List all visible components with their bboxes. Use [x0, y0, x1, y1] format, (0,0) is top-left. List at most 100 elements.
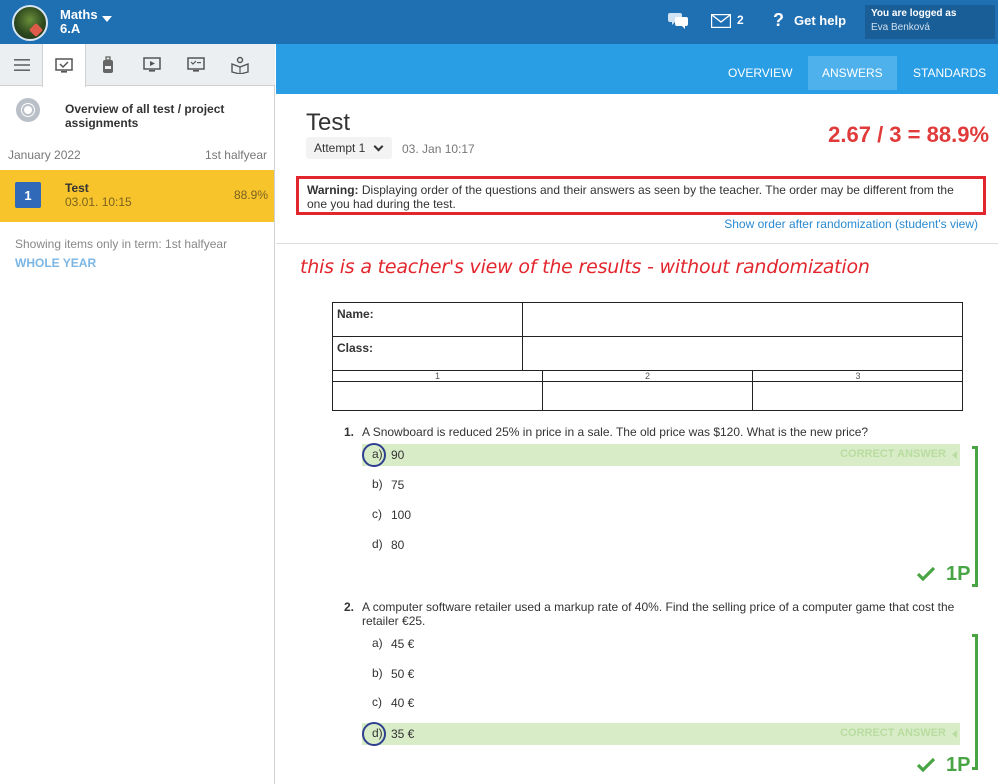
answer-letter: b)	[372, 477, 383, 491]
column-cell	[543, 382, 753, 410]
answer-text: 35 €	[391, 727, 415, 741]
name-row: Name:	[332, 302, 963, 337]
messages-count[interactable]: 2	[737, 13, 744, 27]
divider	[276, 243, 998, 244]
main-content: Test Attempt 1 03. Jan 10:17 2.67 / 3 = …	[276, 94, 998, 784]
triangle-left-icon	[952, 451, 957, 459]
answer-text: 40 €	[391, 696, 415, 710]
check-icon	[916, 757, 936, 773]
column-cell	[333, 382, 543, 410]
monitor-checklist-icon	[187, 57, 205, 72]
column-label: 2	[543, 371, 753, 381]
question-bracket	[972, 634, 978, 770]
question-points: 1P	[946, 563, 971, 585]
term-filter-text: Showing items only in term: 1st halfyear	[15, 237, 228, 251]
course-switcher[interactable]: Maths 6.A	[60, 8, 98, 36]
answer-option: b) 50 €	[362, 663, 960, 685]
check-icon	[916, 566, 936, 582]
section-nav: OVERVIEW ANSWERS STANDARDS	[276, 44, 998, 94]
column-label: 1	[333, 371, 543, 381]
tab-overview[interactable]: OVERVIEW	[714, 56, 806, 90]
answer-letter: d)	[372, 726, 383, 740]
answer-option: d) 80	[362, 534, 960, 556]
name-label: Name:	[333, 303, 523, 336]
answer-option: a) 45 €	[362, 633, 960, 655]
answer-text: 50 €	[391, 667, 415, 681]
question-text: A Snowboard is reduced 25% in price in a…	[362, 425, 869, 439]
tab-standards[interactable]: STANDARDS	[899, 56, 998, 90]
answer-option: d) 35 € CORRECT ANSWER	[362, 722, 960, 746]
menu-tab[interactable]	[0, 44, 44, 86]
test-title: Test	[65, 181, 89, 195]
gear-icon	[16, 98, 40, 122]
answer-text: 75	[391, 478, 405, 492]
tests-tab[interactable]	[42, 44, 86, 87]
answer-letter: c)	[372, 695, 382, 709]
warning-text: Displaying order of the questions and th…	[307, 183, 954, 211]
answer-option: c) 100	[362, 504, 960, 526]
triangle-left-icon	[952, 730, 957, 738]
question-points: 1P	[946, 754, 971, 776]
homework-tab[interactable]	[86, 44, 130, 86]
answer-option: b) 75	[362, 474, 960, 496]
question-number: 1.	[344, 425, 355, 439]
sidebar-test-item[interactable]: 1 Test 03.01. 10:15 88.9%	[0, 170, 274, 222]
quiz-tab[interactable]	[174, 44, 218, 86]
question-2: 2. A computer software retailer used a ma…	[344, 600, 964, 628]
answer-text: 100	[391, 508, 412, 522]
overview-label: Overview of all test / project assignmen…	[65, 102, 225, 130]
test-datetime: 03.01. 10:15	[65, 195, 132, 209]
logged-in-label: You are logged as	[871, 8, 957, 19]
column-label: 3	[855, 371, 861, 381]
tab-answers[interactable]: ANSWERS	[808, 56, 897, 90]
answer-text: 90	[391, 448, 405, 462]
chat-icon[interactable]	[668, 11, 688, 29]
answer-letter: c)	[372, 507, 382, 521]
help-icon[interactable]: ?	[773, 10, 784, 31]
column-cell	[753, 382, 963, 410]
backpack-icon	[103, 56, 113, 73]
user-name: Eva Benková	[871, 22, 930, 33]
randomization-warning: Warning: Displaying order of the questio…	[296, 176, 986, 215]
whole-year-link[interactable]: WHOLE YEAR	[15, 256, 96, 270]
course-name: Maths	[60, 7, 98, 22]
overview-all-assignments[interactable]: Overview of all test / project assignmen…	[0, 94, 274, 134]
video-tab[interactable]	[130, 44, 174, 86]
course-avatar[interactable]	[12, 5, 48, 41]
monitor-check-icon	[55, 57, 73, 73]
handwritten-annotation: this is a teacher's view of the results …	[300, 256, 870, 278]
answer-letter: a)	[372, 447, 383, 461]
question-number: 2.	[344, 600, 355, 614]
answer-letter: b)	[372, 666, 383, 680]
show-randomized-order-link[interactable]: Show order after randomization (student'…	[724, 217, 978, 231]
chevron-down-icon[interactable]	[102, 16, 112, 22]
question-text-cont: retailer €25.	[362, 614, 426, 628]
answer-text: 80	[391, 538, 405, 552]
class-row: Class:	[332, 336, 963, 371]
correct-answer-label: CORRECT ANSWER	[840, 448, 946, 460]
warning-label: Warning:	[307, 183, 359, 197]
get-help-link[interactable]: Get help	[794, 13, 846, 28]
reader-book-icon	[231, 56, 249, 74]
test-number-badge: 1	[15, 182, 41, 208]
question-text: A computer software retailer used a mark…	[362, 600, 955, 614]
answer-option: c) 40 €	[362, 692, 960, 714]
correct-answer-label: CORRECT ANSWER	[840, 727, 946, 739]
class-label: Class:	[333, 337, 523, 370]
sidebar-tabs	[0, 44, 275, 87]
score-columns-body	[332, 381, 963, 411]
test-score: 88.9%	[233, 188, 268, 202]
page-title: Test	[306, 109, 351, 136]
hamburger-icon	[14, 59, 30, 71]
term-month: January 2022	[8, 148, 81, 162]
total-score: 2.67 / 3 = 88.9%	[828, 122, 989, 147]
user-menu[interactable]: You are logged as Eva Benková	[865, 5, 995, 39]
answer-letter: a)	[372, 636, 383, 650]
monitor-play-icon	[143, 57, 161, 72]
mail-icon[interactable]	[711, 14, 731, 28]
answer-text: 45 €	[391, 637, 415, 651]
reading-tab[interactable]	[218, 44, 262, 86]
course-class: 6.A	[60, 21, 81, 36]
answer-option: a) 90 CORRECT ANSWER	[362, 443, 960, 467]
question-1: 1. A Snowboard is reduced 25% in price in…	[344, 425, 868, 439]
